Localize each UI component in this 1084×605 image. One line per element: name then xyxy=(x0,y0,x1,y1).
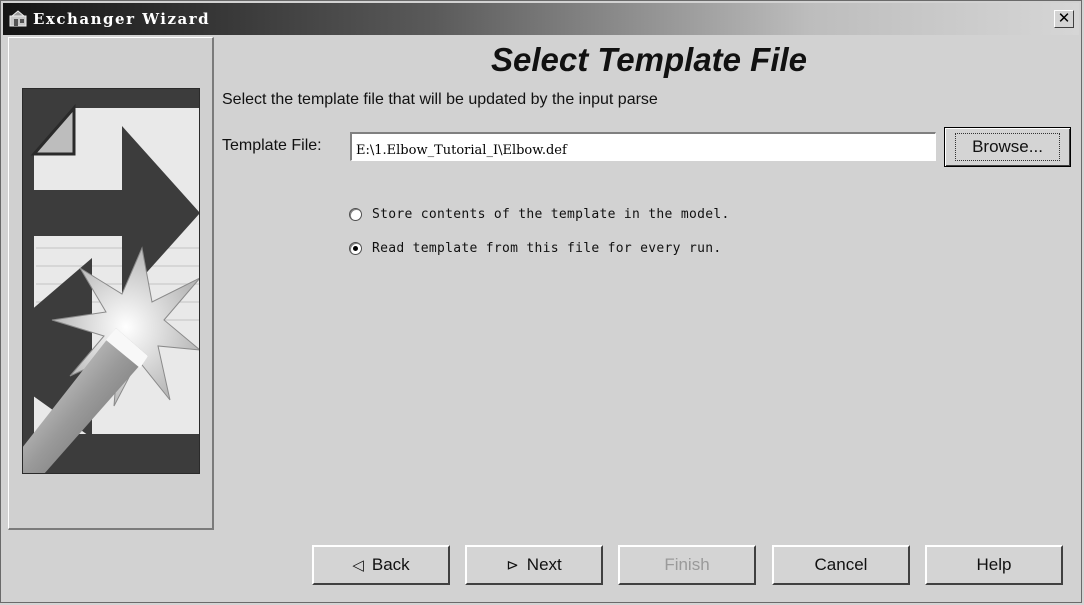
instructions-text: Select the template file that will be up… xyxy=(222,91,658,108)
window-title: Exchanger Wizard xyxy=(33,10,211,28)
close-icon: ✕ xyxy=(1057,9,1071,27)
title-bar[interactable]: Exchanger Wizard ✕ xyxy=(3,3,1079,35)
cancel-button[interactable]: Cancel xyxy=(772,545,910,585)
next-button[interactable]: ⊳ Next xyxy=(465,545,603,585)
browse-button-label: Browse... xyxy=(955,133,1060,161)
next-button-label: Next xyxy=(526,555,562,574)
back-button-label: Back xyxy=(371,555,410,574)
back-triangle-icon: ◁ xyxy=(352,557,364,574)
wizard-graphic-panel xyxy=(8,37,214,530)
radio-store-contents[interactable] xyxy=(349,208,362,221)
wizard-illustration-icon xyxy=(22,88,200,474)
template-file-input[interactable] xyxy=(350,132,936,161)
close-button[interactable]: ✕ xyxy=(1054,10,1074,28)
template-file-label: Template File: xyxy=(222,137,322,154)
back-button[interactable]: ◁ Back xyxy=(312,545,450,585)
app-icon xyxy=(9,10,27,27)
page-title: Select Template File xyxy=(490,41,808,78)
help-button-label: Help xyxy=(976,555,1012,574)
finish-button-label: Finish xyxy=(664,555,710,574)
radio-read-template[interactable] xyxy=(349,242,362,255)
next-flag-icon: ⊳ xyxy=(506,557,519,574)
option-read-template[interactable]: Read template from this file for every r… xyxy=(349,241,721,256)
browse-button[interactable]: Browse... xyxy=(944,127,1071,167)
exchanger-wizard-window: Exchanger Wizard ✕ Select Template File … xyxy=(0,0,1082,603)
option-store-contents-label: Store contents of the template in the mo… xyxy=(372,207,730,222)
help-button[interactable]: Help xyxy=(925,545,1063,585)
option-store-contents[interactable]: Store contents of the template in the mo… xyxy=(349,207,730,222)
option-read-template-label: Read template from this file for every r… xyxy=(372,241,722,256)
finish-button[interactable]: Finish xyxy=(618,545,756,585)
cancel-button-label: Cancel xyxy=(814,555,868,574)
